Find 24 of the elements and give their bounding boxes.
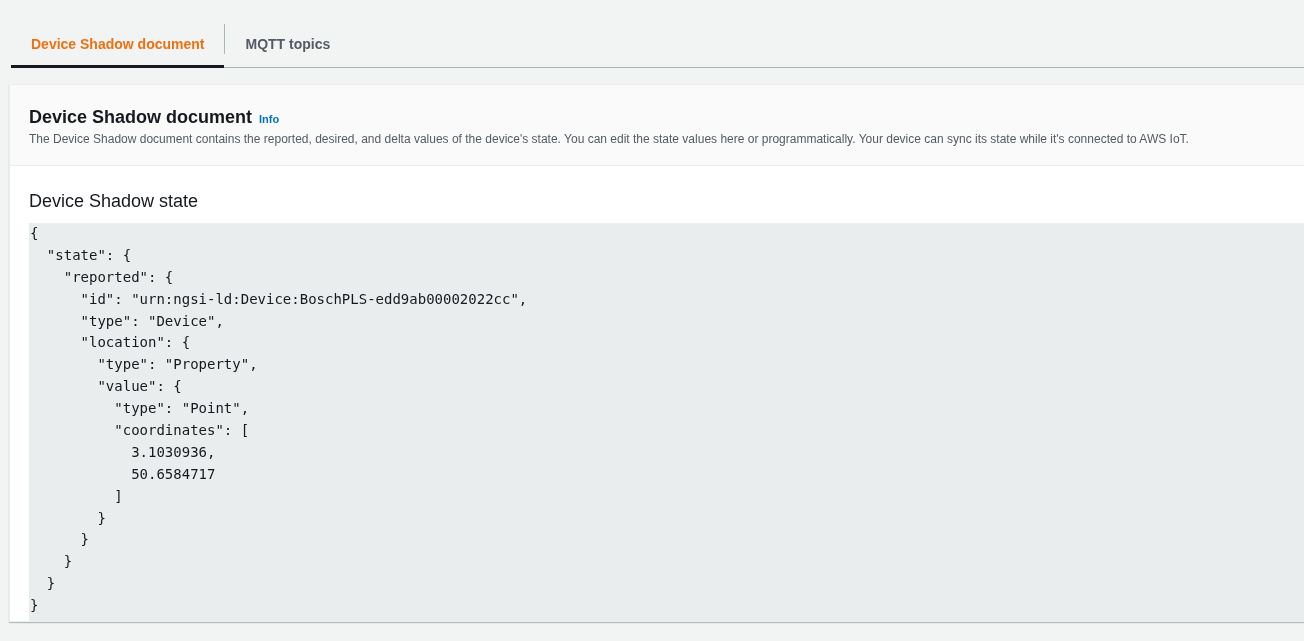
code-line: "type": "Point", (114, 400, 250, 417)
code-line: } (63, 553, 73, 570)
code-line: "value": { (97, 378, 182, 395)
code-line: "type": "Property", (97, 356, 258, 373)
code-line: 3.1030936, (131, 443, 216, 460)
panel-title: Device Shadow document (29, 106, 253, 128)
code-line: ] (114, 487, 123, 504)
code-line: } (30, 597, 39, 614)
code-line: } (46, 575, 56, 592)
code-line: "type": "Device", (80, 312, 224, 329)
code-line: "state": { (46, 246, 132, 263)
code-line: } (80, 531, 89, 548)
code-line: "reported": { (63, 268, 174, 285)
tab[interactable]: Device Shadow document (11, 22, 225, 68)
info-link[interactable]: Info (259, 113, 280, 125)
code-line: "coordinates": [ (114, 422, 250, 438)
tab[interactable]: MQTT topics (225, 22, 351, 68)
code-line: } (97, 509, 106, 526)
code-line: "id": "urn:ngsi-ld:Device:BoschPLS-edd9ab00002022cc", (80, 290, 528, 307)
code-line: "location": { (80, 334, 191, 351)
code-line: 50.6584717 (131, 465, 216, 482)
code-line: { (30, 225, 39, 241)
panel-description: The Device Shadow document contains the reported, desired, and delta values of the device's state. You can edit the state values here or programmatically. Your device can sync its state while it's connected to AWS IoT. (29, 131, 1190, 147)
section-heading: Device Shadow state (29, 190, 200, 212)
